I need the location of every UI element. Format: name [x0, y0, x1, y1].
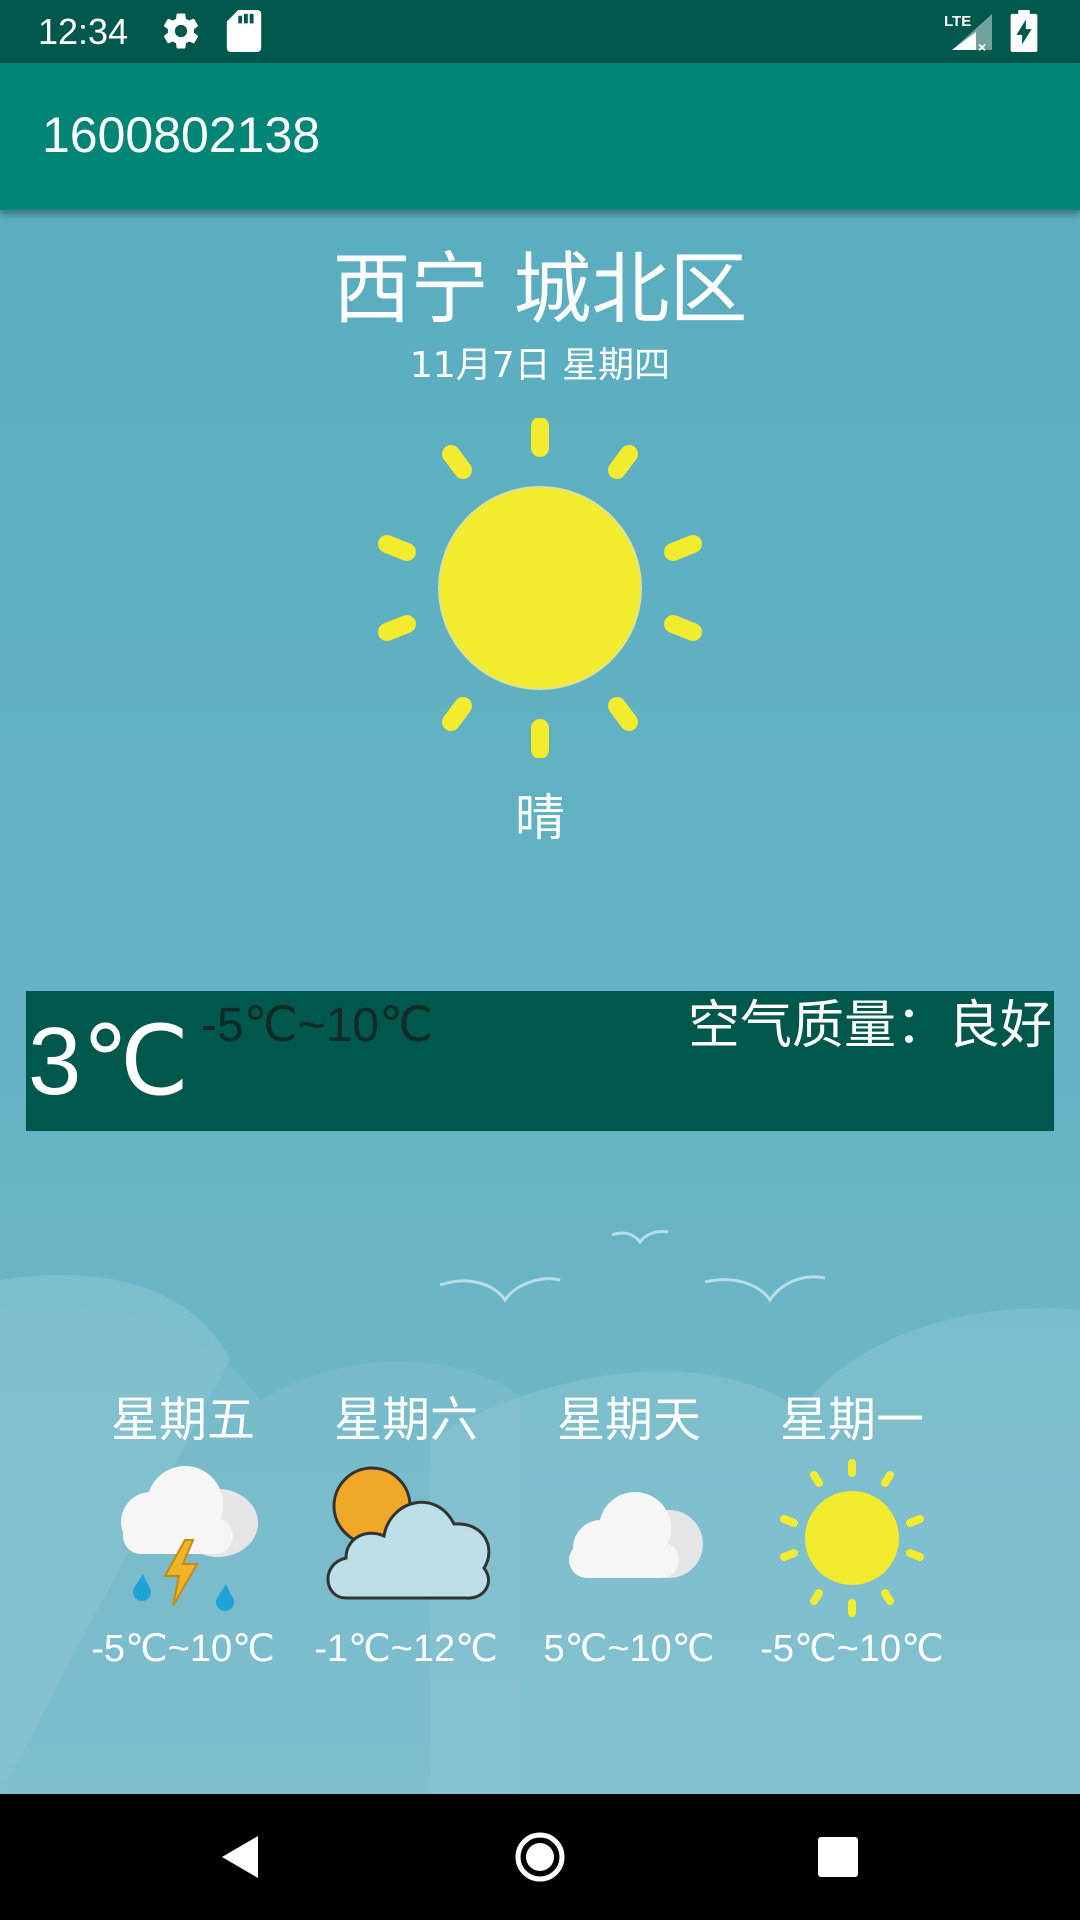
- current-temperature: 3℃: [28, 1008, 190, 1115]
- forecast-day: 星期五: [110, 1392, 255, 1448]
- thunderstorm-icon: [121, 1466, 258, 1611]
- partly-cloudy-icon: [326, 1466, 491, 1600]
- current-date: 11月7日 星期四: [409, 345, 671, 386]
- weather-content: 西宁 城北区 11月7日 星期四 晴 3℃ -5℃~10℃ 空气质量：良好 星期…: [0, 210, 1080, 1794]
- app-title: 1600802138: [42, 107, 321, 163]
- forecast-item: 星期六 -1℃~12℃: [296, 1390, 516, 1672]
- svg-text:LTE: LTE: [944, 13, 971, 30]
- weather-condition: 晴: [515, 789, 565, 847]
- current-weather-panel: 3℃ -5℃~10℃ 空气质量：良好: [26, 991, 1054, 1131]
- sd-card-icon: [226, 10, 262, 52]
- back-icon[interactable]: [208, 1824, 274, 1890]
- recents-icon[interactable]: [805, 1824, 871, 1890]
- svg-text:×: ×: [978, 39, 986, 52]
- forecast-item: 星期一 -5℃~10℃: [742, 1390, 962, 1672]
- battery-charging-icon: [1010, 10, 1038, 52]
- forecast-item: 星期天 5℃~10℃: [519, 1390, 739, 1672]
- lte-signal-icon: LTE ×: [944, 13, 992, 52]
- app-bar: 1600802138: [0, 63, 1080, 210]
- forecast-day: 星期六: [333, 1392, 478, 1448]
- sun-icon: [780, 1459, 924, 1617]
- gear-icon: [163, 13, 199, 49]
- forecast-temperature-range: 5℃~10℃: [543, 1628, 715, 1670]
- forecast-day: 星期一: [779, 1392, 924, 1448]
- air-quality: 空气质量：良好: [687, 996, 1052, 1056]
- home-icon[interactable]: [507, 1824, 573, 1890]
- forecast-item: 星期五 -5℃~10℃: [73, 1390, 293, 1672]
- today-temperature-range: -5℃~10℃: [201, 999, 433, 1052]
- forecast-list: 星期五 -5℃~10℃ 星期六 -1℃~12℃ 星期天 5℃~10℃ 星期一 -…: [0, 1390, 1080, 1690]
- city-name: 西宁 城北区: [332, 245, 748, 335]
- forecast-temperature-range: -1℃~12℃: [314, 1628, 498, 1670]
- status-bar: 12:34 LTE ×: [0, 0, 1080, 63]
- forecast-day: 星期天: [556, 1392, 701, 1448]
- status-time: 12:34: [38, 11, 129, 52]
- sun-icon: [378, 418, 702, 758]
- cloudy-icon: [569, 1492, 703, 1578]
- navigation-bar: [0, 1794, 1080, 1920]
- forecast-temperature-range: -5℃~10℃: [91, 1628, 275, 1670]
- forecast-temperature-range: -5℃~10℃: [760, 1628, 944, 1670]
